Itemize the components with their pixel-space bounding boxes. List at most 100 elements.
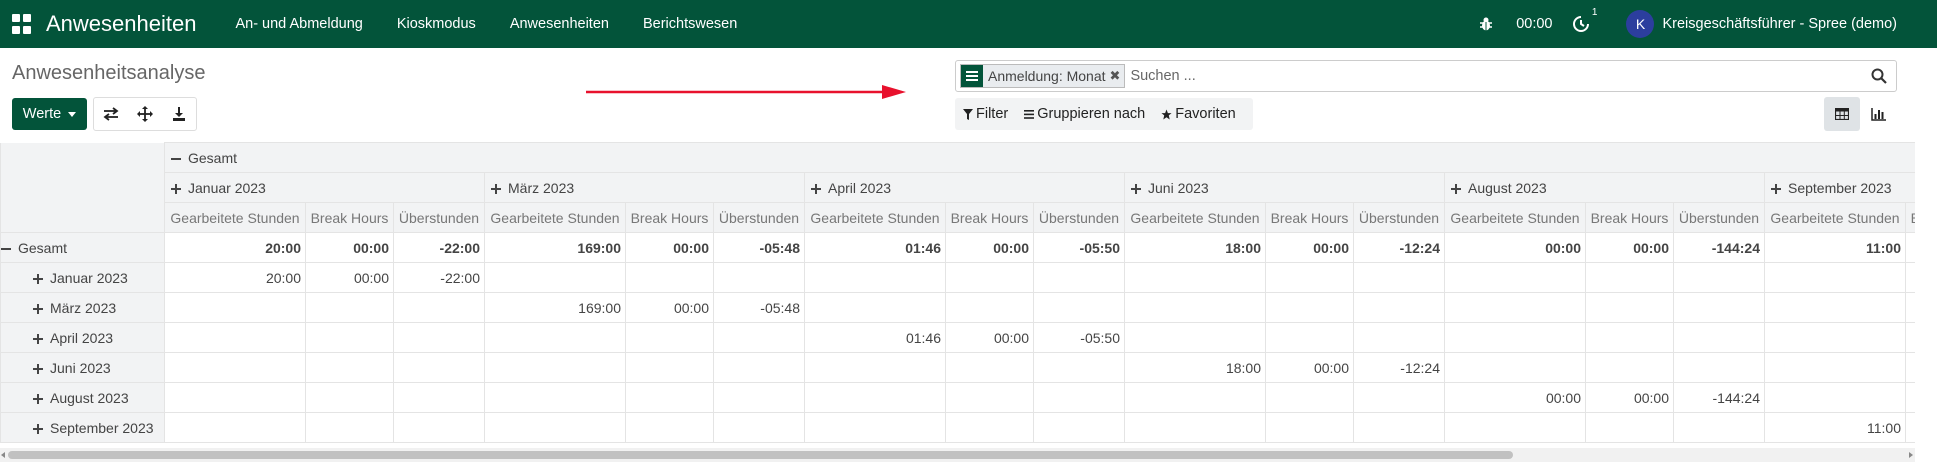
- empty-cell[interactable]: [1673, 412, 1765, 443]
- measure-header[interactable]: Überstunden: [393, 202, 485, 233]
- empty-cell[interactable]: [1033, 382, 1125, 413]
- app-brand[interactable]: Anwesenheiten: [46, 11, 196, 37]
- search-input[interactable]: [1130, 68, 1870, 84]
- measure-header[interactable]: Gearbeitete Stunden: [164, 202, 306, 233]
- measure-header[interactable]: Gearbeitete Stunden: [1444, 202, 1586, 233]
- empty-cell[interactable]: [1444, 262, 1586, 293]
- empty-cell[interactable]: [1764, 382, 1906, 413]
- empty-cell[interactable]: [1905, 382, 1915, 413]
- empty-cell[interactable]: [625, 412, 714, 443]
- empty-cell[interactable]: [625, 352, 714, 383]
- measure-header[interactable]: Break Hours: [945, 202, 1034, 233]
- row-header-month[interactable]: September 2023: [0, 412, 165, 443]
- empty-cell[interactable]: [804, 352, 946, 383]
- measure-header[interactable]: Gearbeitete Stunden: [1124, 202, 1266, 233]
- empty-cell[interactable]: [1444, 322, 1586, 353]
- value-cell[interactable]: 00:00: [1585, 382, 1674, 413]
- total-cell[interactable]: 00:00: [1585, 232, 1674, 263]
- empty-cell[interactable]: [804, 382, 946, 413]
- empty-cell[interactable]: [1124, 322, 1266, 353]
- empty-cell[interactable]: [1265, 292, 1354, 323]
- empty-cell[interactable]: [625, 262, 714, 293]
- empty-cell[interactable]: [1905, 322, 1915, 353]
- total-cell[interactable]: 00:00: [945, 232, 1034, 263]
- empty-cell[interactable]: [945, 262, 1034, 293]
- empty-cell[interactable]: [484, 352, 626, 383]
- search-icon[interactable]: [1870, 67, 1888, 85]
- empty-cell[interactable]: [393, 412, 485, 443]
- value-cell[interactable]: 00:00: [305, 262, 394, 293]
- row-header-month[interactable]: März 2023: [0, 292, 165, 323]
- empty-cell[interactable]: [1585, 292, 1674, 323]
- empty-cell[interactable]: [713, 352, 805, 383]
- empty-cell[interactable]: [1124, 382, 1266, 413]
- empty-cell[interactable]: [1124, 412, 1266, 443]
- col-header-month[interactable]: März 2023: [484, 172, 805, 203]
- facet-remove-icon[interactable]: ✖: [1110, 68, 1125, 84]
- total-cell[interactable]: 11:00: [1764, 232, 1906, 263]
- measure-header[interactable]: Überstunden: [1353, 202, 1445, 233]
- empty-cell[interactable]: [1444, 412, 1586, 443]
- measure-header[interactable]: Break Hours: [305, 202, 394, 233]
- measure-header[interactable]: Gearbeitete Stunden: [1764, 202, 1906, 233]
- empty-cell[interactable]: [1353, 262, 1445, 293]
- value-cell[interactable]: 11:00: [1764, 412, 1906, 443]
- horizontal-scrollbar[interactable]: [0, 448, 1915, 462]
- empty-cell[interactable]: [1764, 262, 1906, 293]
- empty-cell[interactable]: [164, 352, 306, 383]
- measure-header[interactable]: Überstunden: [1673, 202, 1765, 233]
- empty-cell[interactable]: [713, 412, 805, 443]
- empty-cell[interactable]: [1673, 262, 1765, 293]
- group-by-button[interactable]: Gruppieren nach: [1016, 106, 1153, 122]
- col-header-month[interactable]: Juni 2023: [1124, 172, 1445, 203]
- empty-cell[interactable]: [1353, 322, 1445, 353]
- empty-cell[interactable]: [484, 262, 626, 293]
- empty-cell[interactable]: [393, 322, 485, 353]
- empty-cell[interactable]: [393, 292, 485, 323]
- search-facet[interactable]: Anmeldung: Monat ✖: [960, 64, 1126, 88]
- total-cell[interactable]: -12:24: [1353, 232, 1445, 263]
- empty-cell[interactable]: [1444, 292, 1586, 323]
- empty-cell[interactable]: [393, 382, 485, 413]
- total-cell[interactable]: 169:00: [484, 232, 626, 263]
- empty-cell[interactable]: [164, 412, 306, 443]
- graph-view-button[interactable]: [1860, 97, 1896, 131]
- empty-cell[interactable]: [1905, 262, 1915, 293]
- empty-cell[interactable]: [484, 322, 626, 353]
- measure-header[interactable]: Überstunden: [1033, 202, 1125, 233]
- row-header-month[interactable]: Juni 2023: [0, 352, 165, 383]
- pivot-view-button[interactable]: [1824, 97, 1860, 131]
- empty-cell[interactable]: [1353, 382, 1445, 413]
- empty-cell[interactable]: [804, 262, 946, 293]
- measure-header[interactable]: Break Hours: [625, 202, 714, 233]
- empty-cell[interactable]: [1585, 352, 1674, 383]
- empty-cell[interactable]: [1033, 262, 1125, 293]
- value-cell[interactable]: 00:00: [1265, 352, 1354, 383]
- empty-cell[interactable]: [625, 382, 714, 413]
- empty-cell[interactable]: [713, 262, 805, 293]
- empty-cell[interactable]: [713, 382, 805, 413]
- empty-cell[interactable]: [305, 412, 394, 443]
- bug-icon[interactable]: [1478, 16, 1494, 32]
- empty-cell[interactable]: [1764, 352, 1906, 383]
- scrollbar-thumb[interactable]: [8, 451, 1513, 459]
- value-cell[interactable]: 18:00: [1124, 352, 1266, 383]
- col-header-total[interactable]: Gesamt: [163, 142, 1915, 173]
- empty-cell[interactable]: [1585, 262, 1674, 293]
- apps-menu-icon[interactable]: [12, 14, 32, 34]
- empty-cell[interactable]: [1033, 412, 1125, 443]
- measure-header[interactable]: Gearbeitete Stunden: [804, 202, 946, 233]
- row-header-month[interactable]: August 2023: [0, 382, 165, 413]
- empty-cell[interactable]: [1353, 292, 1445, 323]
- col-header-month[interactable]: September 2023: [1763, 172, 1915, 203]
- empty-cell[interactable]: [1905, 292, 1915, 323]
- total-cell[interactable]: 00:00: [305, 232, 394, 263]
- empty-cell[interactable]: [1673, 322, 1765, 353]
- empty-cell[interactable]: [713, 322, 805, 353]
- empty-cell[interactable]: [305, 322, 394, 353]
- total-cell[interactable]: 00:00: [1444, 232, 1586, 263]
- measures-button[interactable]: Werte: [12, 98, 87, 130]
- favorites-button[interactable]: Favoriten: [1153, 106, 1243, 122]
- value-cell[interactable]: 20:00: [164, 262, 306, 293]
- value-cell[interactable]: 01:46: [804, 322, 946, 353]
